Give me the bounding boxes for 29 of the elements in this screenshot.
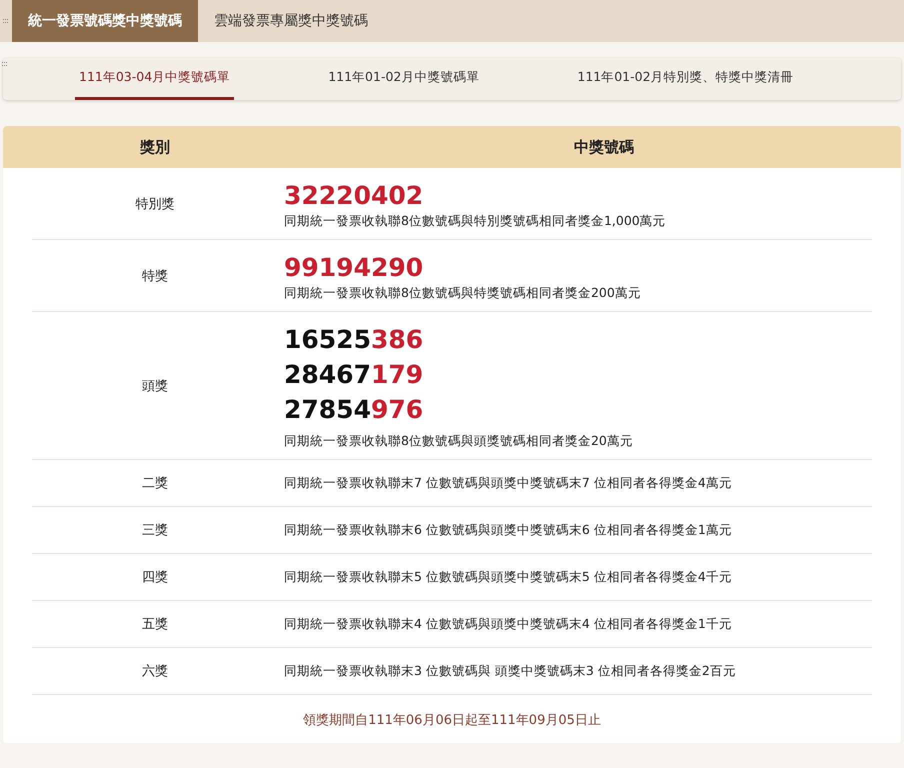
column-header: 中獎號碼 xyxy=(573,138,635,156)
winning-number: 99194290 xyxy=(284,252,424,284)
prize-name: 頭獎 xyxy=(141,378,169,395)
prize-description: 同期統一發票收執聯8位數號碼與頭獎號碼相同者獎金20萬元 xyxy=(284,433,634,450)
tab[interactable]: 111年03-04月中獎號碼單 xyxy=(75,58,234,100)
prize-description: 同期統一發票收執聯末7 位數號碼與頭獎中獎號碼末7 位相同者各得獎金4萬元 xyxy=(284,474,733,492)
prize-description: 同期統一發票收執聯末4 位數號碼與頭獎中獎號碼末4 位相同者各得獎金1千元 xyxy=(284,616,733,632)
prize-name: 三獎 xyxy=(141,522,169,539)
tab[interactable]: 111年01-02月中獎號碼單 xyxy=(324,58,484,100)
prize-description: 同期統一發票收執聯8位數號碼與特別獎號碼相同者獎金1,000萬元 xyxy=(284,213,667,230)
tab[interactable]: 統一發票號碼獎中獎號碼 xyxy=(12,0,198,42)
winning-number: 28467179 xyxy=(284,359,424,391)
prize-name: 五獎 xyxy=(141,616,169,633)
prize-description: 同期統一發票收執聯末3 位數號碼與 頭獎中獎號碼末3 位相同者各得獎金2百元 xyxy=(284,662,737,680)
claim-period-text: 領獎期間自111年06月06日起至111年09月05日止 xyxy=(303,713,601,728)
winning-number: 16525386 xyxy=(284,324,424,356)
prize-name: 特獎 xyxy=(141,268,169,285)
prize-description: 同期統一發票收執聯末6 位數號碼與頭獎中獎號碼末6 位相同者各得獎金1萬元 xyxy=(284,522,733,538)
winning-number: 32220402 xyxy=(284,180,424,212)
prize-name: 六獎 xyxy=(141,663,169,680)
column-header: 獎別 xyxy=(138,138,171,156)
prize-description: 同期統一發票收執聯末5 位數號碼與頭獎中獎號碼末5 位相同者各得獎金4千元 xyxy=(284,568,733,586)
winning-number: 27854976 xyxy=(284,394,424,426)
prize-name: 二獎 xyxy=(141,475,169,492)
prize-description: 同期統一發票收執聯8位數號碼與特獎號碼相同者獎金200萬元 xyxy=(284,285,642,302)
prize-name: 四獎 xyxy=(141,569,169,586)
prize-name: 特別獎 xyxy=(134,196,176,213)
tab[interactable]: 111年01-02月特別獎、特獎中獎清冊 xyxy=(573,58,798,100)
tab[interactable]: 雲端發票專屬獎中獎號碼 xyxy=(198,0,384,42)
